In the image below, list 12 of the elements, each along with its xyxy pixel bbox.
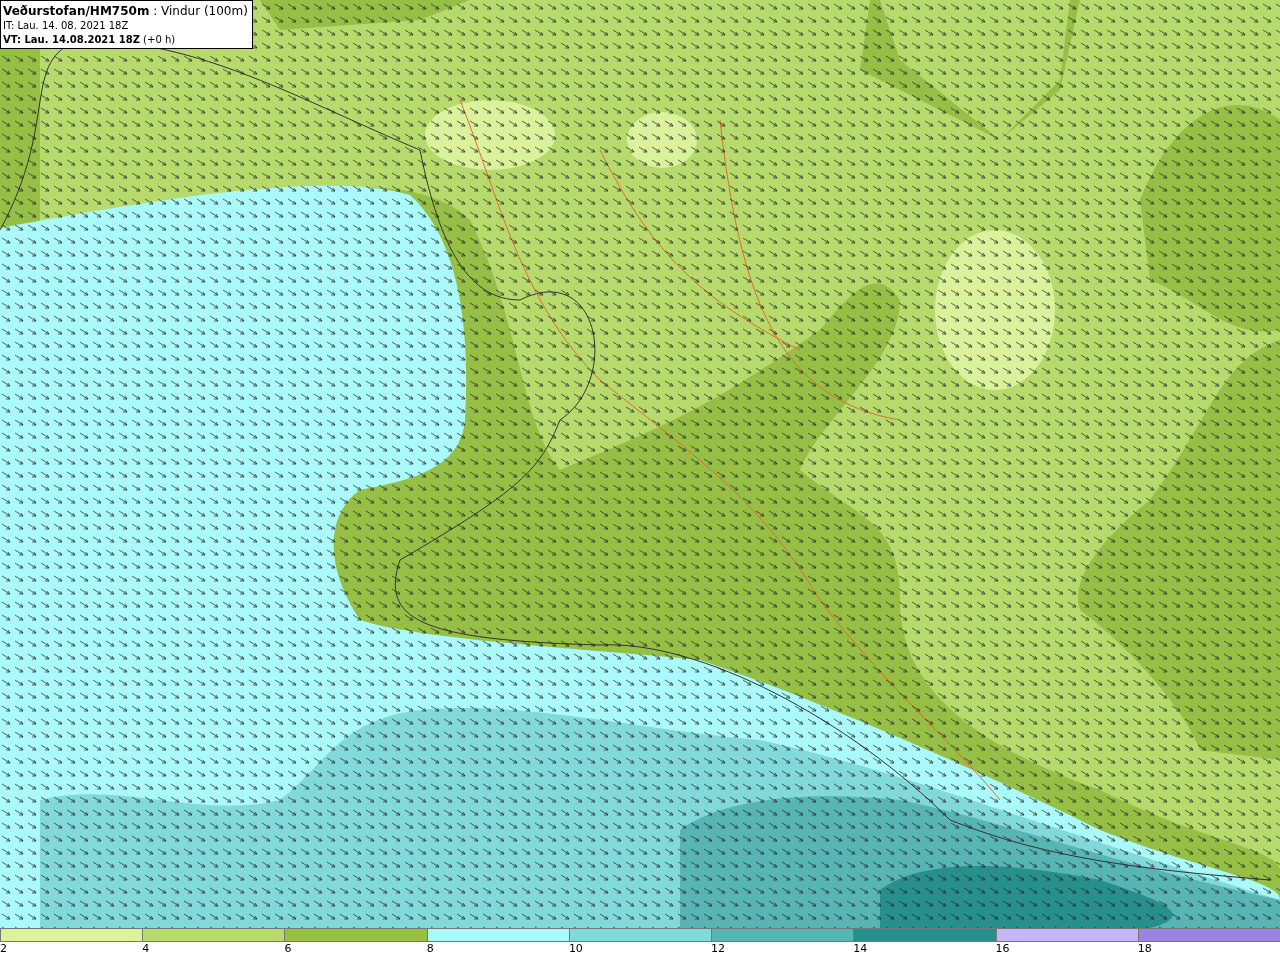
legend-label: 8 <box>426 942 434 957</box>
legend-label: 2 <box>0 942 7 957</box>
info-text: VT: Lau. 14.08.2021 18Z (+0 h) <box>3 33 177 46</box>
legend-label: 6 <box>284 942 292 957</box>
info-text: Veðurstofan/HM750m : Vindur (100m) <box>3 5 248 18</box>
legend-label: 4 <box>142 942 150 957</box>
legend-label: 18 <box>1137 942 1152 957</box>
legend-label: 14 <box>853 942 868 957</box>
legend-label: 12 <box>711 942 726 957</box>
legend-label: 10 <box>568 942 583 957</box>
info-text: IT: Lau. 14. 08. 2021 18Z <box>3 19 130 32</box>
legend-label: 16 <box>995 942 1010 957</box>
